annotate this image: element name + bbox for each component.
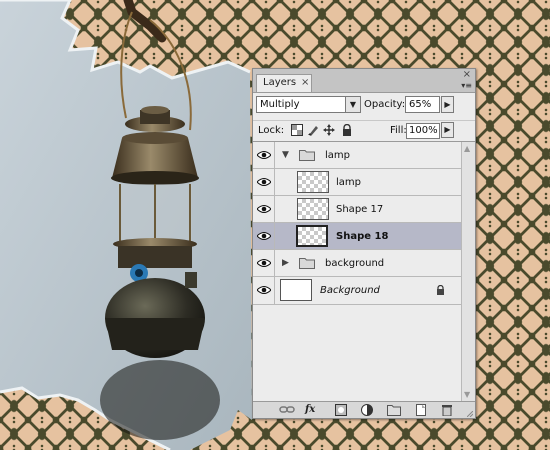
folder-icon xyxy=(299,258,315,269)
scroll-up-icon[interactable]: ▲ xyxy=(464,144,470,153)
eye-icon xyxy=(257,151,271,159)
fill-slider-button[interactable]: ▶ xyxy=(441,122,454,138)
lock-label: Lock: xyxy=(258,125,285,136)
visibility-toggle[interactable] xyxy=(253,223,275,249)
layer-name: lamp xyxy=(336,177,361,188)
adjustment-layer-icon[interactable] xyxy=(361,404,373,416)
lock-icon xyxy=(437,285,444,295)
eye-icon xyxy=(257,232,271,240)
new-layer-icon[interactable] xyxy=(415,404,427,416)
layer-thumbnail[interactable] xyxy=(297,171,329,193)
layer-thumbnail[interactable] xyxy=(280,279,312,301)
visibility-toggle[interactable] xyxy=(253,169,275,195)
layer-name: Shape 18 xyxy=(336,231,389,242)
blend-mode-value: Multiply xyxy=(260,99,300,110)
eye-icon xyxy=(257,205,271,213)
visibility-toggle[interactable] xyxy=(253,196,275,222)
eye-icon xyxy=(257,259,271,267)
tab-layers-label: Layers xyxy=(263,77,297,88)
eye-icon xyxy=(257,178,271,186)
scroll-down-icon[interactable]: ▼ xyxy=(464,390,470,399)
layer-name: background xyxy=(325,258,385,269)
layer-thumbnail[interactable] xyxy=(297,198,329,220)
layer-mask-icon[interactable] xyxy=(335,404,347,416)
visibility-toggle[interactable] xyxy=(253,142,275,168)
folder-icon xyxy=(299,150,315,161)
new-group-icon[interactable] xyxy=(387,404,401,416)
layer-name: Background xyxy=(320,285,380,296)
layer-thumbnail[interactable] xyxy=(296,225,328,247)
layer-shape-18[interactable]: Shape 18 xyxy=(253,223,461,250)
fill-label: Fill: xyxy=(390,125,407,136)
layer-name: lamp xyxy=(325,150,350,161)
blend-mode-select[interactable]: Multiply ▼ xyxy=(256,96,361,113)
chevron-down-icon[interactable]: ▼ xyxy=(345,97,360,112)
panel-header: Layers × × ▾≡ xyxy=(253,69,475,93)
link-layers-icon[interactable] xyxy=(279,404,295,416)
layer-lamp[interactable]: lamp xyxy=(253,169,461,196)
opacity-slider-button[interactable]: ▶ xyxy=(441,96,454,113)
lock-transparent-icon[interactable] xyxy=(291,124,303,136)
opacity-label: Opacity: xyxy=(364,99,406,110)
opacity-field[interactable]: 65% xyxy=(405,96,440,113)
group-expand-icon[interactable]: ▼ xyxy=(282,150,289,160)
fill-field[interactable]: 100% xyxy=(406,123,440,139)
layers-list: ▼ lamp lamp Shape 17 Shape 18 ▶ backgrou… xyxy=(253,142,461,402)
layer-background[interactable]: Background xyxy=(253,277,461,305)
visibility-toggle[interactable] xyxy=(253,277,275,304)
lock-all-icon[interactable] xyxy=(341,124,353,136)
layers-panel: Layers × × ▾≡ Multiply ▼ Opacity: 65% ▶ … xyxy=(252,68,476,419)
layer-group-background[interactable]: ▶ background xyxy=(253,250,461,277)
panel-menu-icon[interactable]: ▾≡ xyxy=(461,81,472,90)
layer-group-lamp[interactable]: ▼ lamp xyxy=(253,142,461,169)
layers-scrollbar[interactable]: ▲ ▼ xyxy=(461,142,475,402)
layer-name: Shape 17 xyxy=(336,204,384,215)
resize-grip-icon[interactable] xyxy=(467,411,473,417)
layer-shape-17[interactable]: Shape 17 xyxy=(253,196,461,223)
group-expand-icon[interactable]: ▶ xyxy=(282,258,289,268)
tab-close-icon[interactable]: × xyxy=(301,77,309,88)
lock-paint-icon[interactable] xyxy=(307,124,319,136)
eye-icon xyxy=(257,286,271,294)
visibility-toggle[interactable] xyxy=(253,250,275,276)
layers-bottom-toolbar: fx xyxy=(253,401,475,418)
panel-close-icon[interactable]: × xyxy=(463,69,471,80)
layer-style-fx-button[interactable]: fx xyxy=(305,404,315,416)
trash-icon[interactable] xyxy=(441,404,453,416)
tab-layers[interactable]: Layers × xyxy=(256,74,312,92)
lock-move-icon[interactable] xyxy=(323,124,335,136)
